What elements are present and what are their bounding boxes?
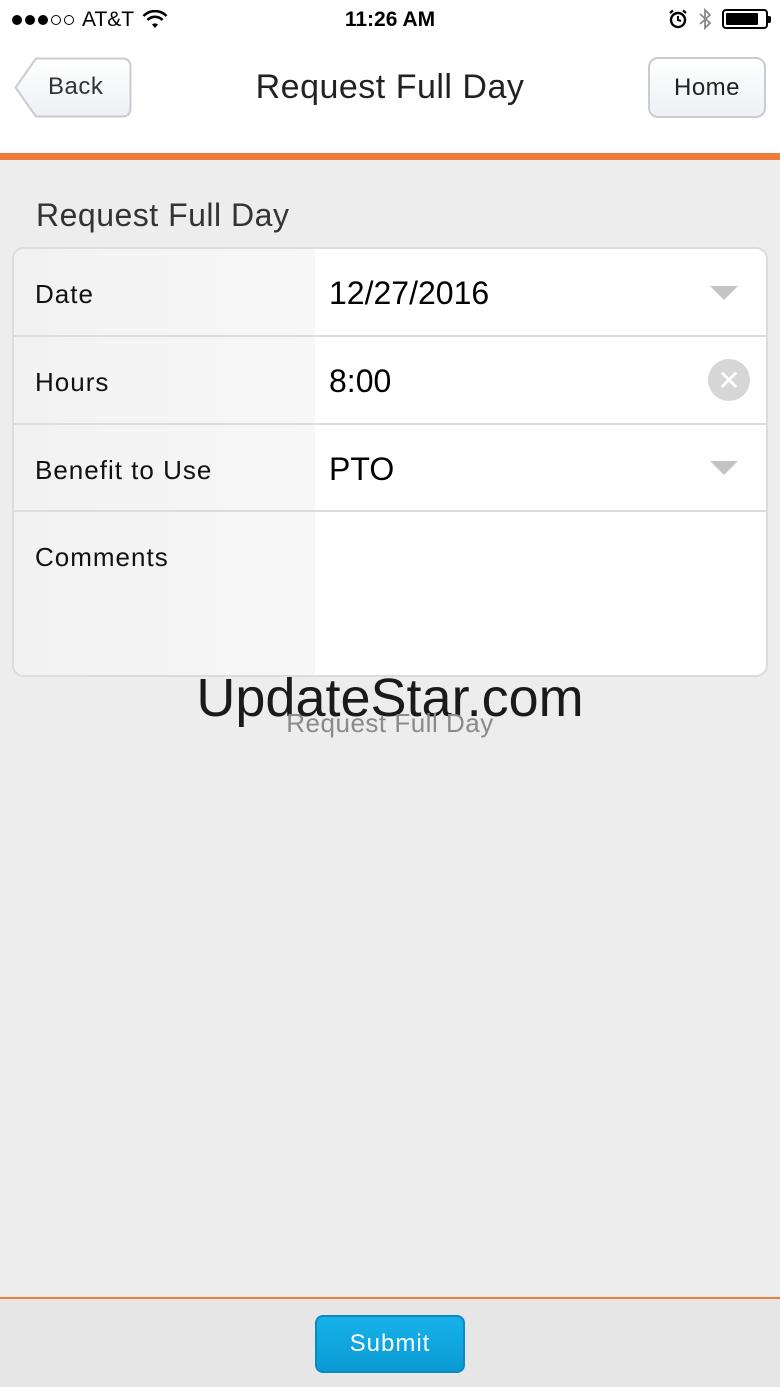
clear-icon[interactable]: ✕: [708, 359, 750, 401]
status-bar: AT&T 11:26 AM: [0, 0, 780, 40]
battery-fill: [726, 13, 759, 25]
alarm-icon: [669, 9, 687, 29]
hours-label-cell: Hours: [14, 337, 315, 423]
benefit-label: Benefit to Use: [35, 455, 213, 485]
benefit-label-cell: Benefit to Use: [14, 425, 315, 510]
form-row-date[interactable]: Date 12/27/2016: [14, 249, 766, 337]
date-label-cell: Date: [14, 249, 315, 335]
form-row-hours[interactable]: Hours 8:00 ✕: [14, 337, 766, 425]
hours-label: Hours: [35, 367, 110, 397]
chevron-down-icon[interactable]: [710, 461, 738, 475]
chevron-down-icon[interactable]: [710, 286, 738, 300]
request-form: Date 12/27/2016 Hours 8:00 ✕ Benefit to …: [12, 247, 768, 677]
overlay-caption: Request Full Day: [286, 708, 494, 738]
hours-input[interactable]: 8:00: [329, 363, 391, 400]
comments-label-cell: Comments: [14, 512, 315, 675]
home-button[interactable]: Home: [648, 57, 766, 118]
nav-header: Back Request Full Day Home: [0, 40, 780, 153]
footer-bar: Submit: [0, 1297, 780, 1387]
benefit-select-value[interactable]: PTO: [329, 451, 394, 488]
status-right: [668, 7, 771, 31]
battery-icon: [722, 9, 771, 29]
form-row-comments[interactable]: Comments: [14, 512, 766, 675]
date-value[interactable]: 12/27/2016: [329, 275, 489, 312]
comments-label: Comments: [35, 542, 169, 572]
header-accent-bar: [0, 153, 780, 160]
form-row-benefit[interactable]: Benefit to Use PTO: [14, 425, 766, 512]
section-title: Request Full Day: [36, 197, 290, 233]
submit-button[interactable]: Submit: [315, 1315, 465, 1373]
date-label: Date: [35, 279, 94, 309]
status-time: 11:26 AM: [344, 8, 436, 31]
bluetooth-icon: [699, 7, 712, 31]
